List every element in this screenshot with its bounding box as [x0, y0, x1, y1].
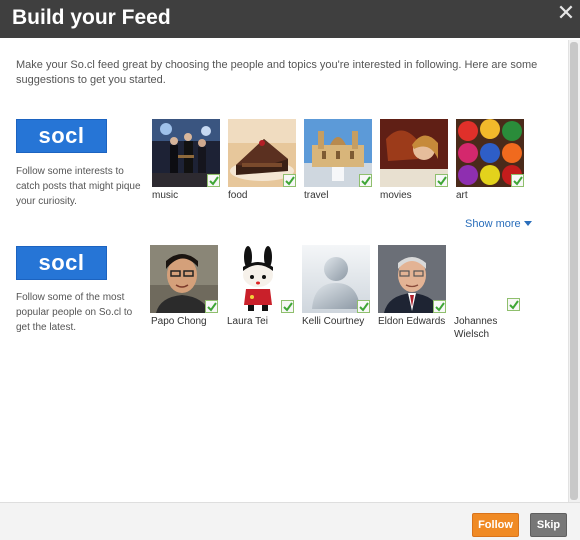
- socl-logo: socl: [16, 246, 107, 280]
- interest-tile-music[interactable]: [152, 119, 220, 187]
- person-tile-eldon-edwards[interactable]: [378, 245, 446, 313]
- show-more-label: Show more: [465, 218, 521, 230]
- interest-label: movies: [380, 190, 412, 201]
- socl-logo-text: socl: [38, 250, 85, 275]
- scrollbar-thumb[interactable]: [570, 42, 578, 500]
- selected-check-icon[interactable]: [281, 300, 294, 313]
- interests-description: Follow some interests to catch posts tha…: [16, 166, 141, 207]
- skip-button[interactable]: Skip: [530, 513, 567, 537]
- interest-label: food: [228, 190, 248, 201]
- person-tile-laura-tei[interactable]: [226, 245, 294, 313]
- selected-check-icon[interactable]: [507, 298, 520, 311]
- intro-text: Make your So.cl feed great by choosing t…: [16, 59, 538, 86]
- selected-check-icon[interactable]: [357, 300, 370, 313]
- person-tile-papo-chong[interactable]: [150, 245, 218, 313]
- show-more-link[interactable]: Show more: [465, 218, 532, 230]
- person-tile-kelli-courtney[interactable]: [302, 245, 370, 313]
- person-name: Kelli Courtney: [302, 316, 365, 327]
- person-name: Eldon Edwards: [378, 316, 446, 327]
- selected-check-icon[interactable]: [433, 300, 446, 313]
- people-description: Follow some of the most popular people o…: [16, 292, 133, 333]
- interest-tile-movies[interactable]: [380, 119, 448, 187]
- interest-label: art: [456, 190, 468, 201]
- interest-label: travel: [304, 190, 329, 201]
- socl-logo: socl: [16, 119, 107, 153]
- interest-tile-travel[interactable]: [304, 119, 372, 187]
- selected-check-icon[interactable]: [511, 174, 524, 187]
- dialog-title: Build your Feed: [12, 6, 171, 29]
- person-name: Laura Tei: [227, 316, 268, 327]
- interest-label: music: [152, 190, 179, 201]
- chevron-down-icon: [523, 221, 532, 226]
- selected-check-icon[interactable]: [359, 174, 372, 187]
- selected-check-icon[interactable]: [205, 300, 218, 313]
- selected-check-icon[interactable]: [207, 174, 220, 187]
- follow-button[interactable]: Follow: [472, 513, 519, 537]
- selected-check-icon[interactable]: [283, 174, 296, 187]
- interest-tile-art[interactable]: [456, 119, 524, 187]
- close-icon[interactable]: ✕: [554, 1, 578, 25]
- person-name: Johannes Wielsch: [454, 316, 498, 340]
- person-name: Papo Chong: [151, 316, 207, 327]
- interest-tile-food[interactable]: [228, 119, 296, 187]
- selected-check-icon[interactable]: [435, 174, 448, 187]
- socl-logo-text: socl: [38, 123, 85, 148]
